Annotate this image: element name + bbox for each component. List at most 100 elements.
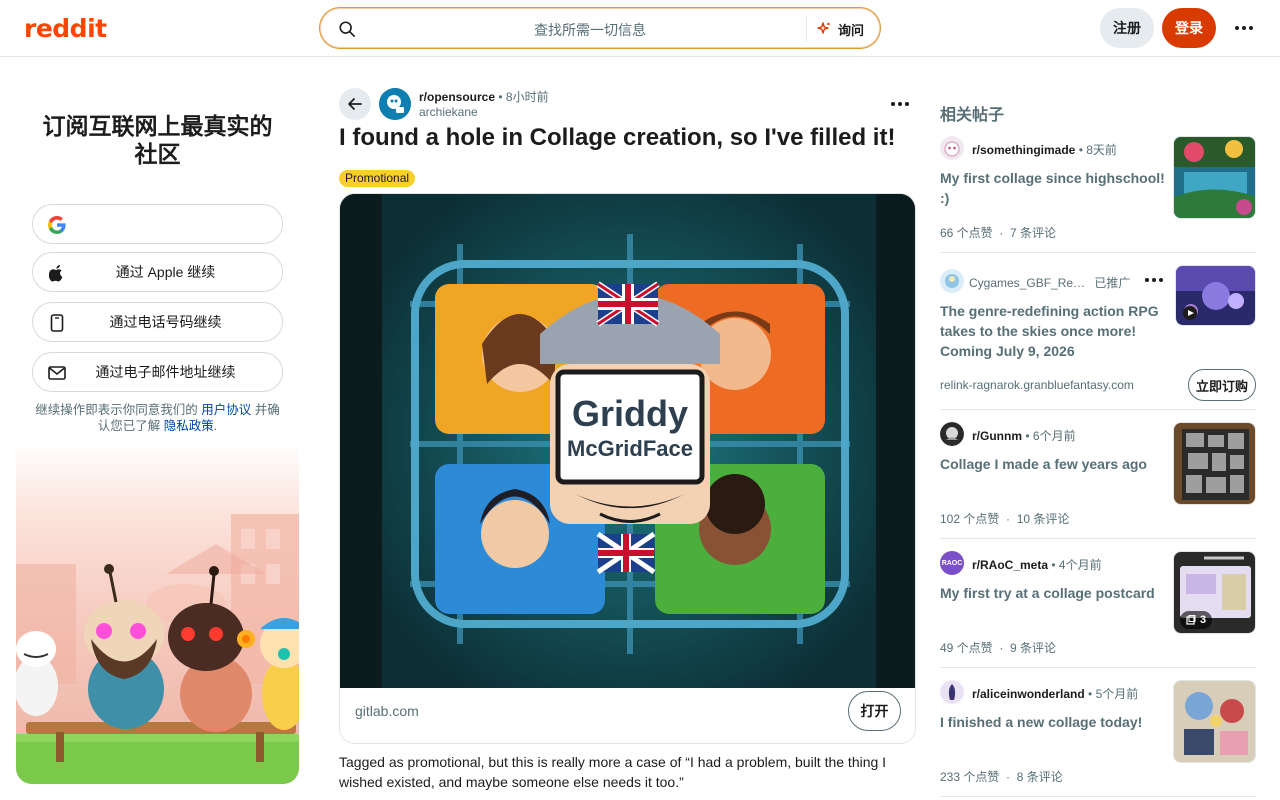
subreddit-avatar <box>940 422 964 446</box>
back-button[interactable] <box>339 88 371 120</box>
related-subreddit[interactable]: r/Gunnm <box>972 429 1022 443</box>
search-divider <box>806 16 807 42</box>
phone-signin-button[interactable]: 通过电话号码继续 <box>32 302 283 342</box>
apple-icon <box>47 263 67 283</box>
gallery-count: 3 <box>1200 614 1207 626</box>
post-body-text: Tagged as promotional, but this is reall… <box>339 754 887 790</box>
divider <box>940 409 1256 410</box>
ask-button[interactable]: 询问 <box>816 17 864 41</box>
post-title: I found a hole in Collage creation, so I… <box>339 124 896 151</box>
related-post-title[interactable]: Collage I made a few years ago <box>940 454 1165 474</box>
email-signin-label: 通过电子邮件地址继续 <box>95 364 236 380</box>
opensource-icon <box>379 88 411 120</box>
related-post-title[interactable]: My first collage since highschool! :) <box>940 168 1165 208</box>
top-header: reddit 查找所需一切信息 询问 注册 登录 <box>0 0 1280 57</box>
related-subreddit[interactable]: r/somethingimade <box>972 143 1075 157</box>
related-votes: 102 个点赞 <box>940 512 1000 526</box>
related-post-title[interactable]: I finished a new collage today! <box>940 712 1165 732</box>
meta-dot: • <box>1088 687 1096 701</box>
post-author-link[interactable]: archiekane <box>419 105 478 119</box>
post-more-options-icon[interactable] <box>890 94 910 114</box>
signup-button[interactable]: 注册 <box>1100 8 1154 48</box>
related-comments: 7 条评论 <box>1010 226 1057 240</box>
promoted-url[interactable]: relink-ragnarok.granbluefantasy.com <box>940 378 1134 392</box>
related-post-stats: 49 个点赞 · 9 条评论 <box>940 639 1056 656</box>
image-title-griddy: Griddy <box>572 393 688 434</box>
email-signin-button[interactable]: 通过电子邮件地址继续 <box>32 352 283 392</box>
divider <box>940 667 1256 668</box>
related-post-item[interactable]: RAOC r/RAoC_meta • 4个月前 My first try at … <box>940 551 1256 661</box>
related-post-stats: 102 个点赞 · 10 条评论 <box>940 510 1069 527</box>
link-domain[interactable]: gitlab.com <box>355 703 419 719</box>
post-subreddit-link[interactable]: r/opensource <box>419 90 495 104</box>
related-post-thumbnail[interactable] <box>1173 136 1256 219</box>
related-post-title[interactable]: My first try at a collage postcard <box>940 583 1165 603</box>
terms-suffix: . <box>213 419 218 433</box>
google-signin-button[interactable] <box>32 204 283 244</box>
post-flair[interactable]: Promotional <box>339 170 416 187</box>
gallery-icon <box>1186 615 1196 625</box>
mail-icon <box>47 363 67 383</box>
subreddit-avatar <box>940 136 964 160</box>
related-post-item[interactable]: r/somethingimade • 8天前 My first collage … <box>940 136 1256 246</box>
gallery-count-badge: 3 <box>1180 611 1213 629</box>
meta-dot: • <box>1051 558 1059 572</box>
sparkle-icon <box>817 22 830 34</box>
post-meta: r/opensource • 8小时前 <box>419 88 549 105</box>
related-post-meta: r/somethingimade • 8天前 <box>972 141 1117 158</box>
related-post-thumbnail[interactable]: 3 <box>1173 551 1256 634</box>
signup-title: 订阅互联网上最真实的社区 <box>42 113 273 167</box>
subreddit-avatar <box>940 680 964 704</box>
promoted-post-item[interactable]: Cygames_GBF_Re… 已推广 The genre-redefining… <box>940 265 1256 401</box>
related-votes: 66 个点赞 <box>940 226 993 240</box>
stats-dot: · <box>996 641 1011 655</box>
related-time: 6个月前 <box>1032 429 1076 443</box>
advertiser-name[interactable]: Cygames_GBF_Re… <box>969 276 1085 290</box>
order-now-button[interactable]: 立即订购 <box>1188 369 1256 401</box>
related-post-meta: r/Gunnm • 6个月前 <box>972 427 1076 444</box>
reddit-logo[interactable]: reddit <box>24 14 107 43</box>
google-icon <box>47 215 67 235</box>
related-posts-title: 相关帖子 <box>940 107 1005 124</box>
arrow-left-icon <box>348 98 362 110</box>
related-time: 5个月前 <box>1095 687 1139 701</box>
related-post-meta: r/aliceinwonderland • 5个月前 <box>972 685 1138 702</box>
griddy-mcgridface-artwork: Griddy McGridFace <box>340 194 915 688</box>
snoo-characters-illustration <box>16 514 299 784</box>
post-preview-image[interactable]: Griddy McGridFace <box>340 194 915 688</box>
related-time: 8天前 <box>1086 143 1117 157</box>
privacy-policy-link[interactable]: 隐私政策 <box>164 419 214 433</box>
promoted-video-thumbnail[interactable] <box>1175 265 1256 326</box>
promoted-title[interactable]: The genre-redefining action RPG takes to… <box>940 301 1165 361</box>
more-options-icon[interactable] <box>1232 18 1256 38</box>
promoted-label: 已推广 <box>1094 276 1131 290</box>
search-placeholder[interactable]: 查找所需一切信息 <box>320 20 790 40</box>
apple-signin-button[interactable]: 通过 Apple 继续 <box>32 252 283 292</box>
login-button[interactable]: 登录 <box>1162 8 1216 48</box>
meta-dot: • <box>1025 429 1033 443</box>
related-subreddit[interactable]: r/aliceinwonderland <box>972 687 1085 701</box>
related-time: 4个月前 <box>1058 558 1102 572</box>
post-link-card[interactable]: Griddy McGridFace gitlab.com 打开 <box>339 193 916 744</box>
image-title-mcgridface: McGridFace <box>567 436 693 461</box>
terms-prefix: 继续操作即表示你同意我们的 <box>35 403 198 417</box>
search-bar[interactable]: 查找所需一切信息 询问 <box>319 7 881 49</box>
post-time: 8小时前 <box>505 90 549 104</box>
subreddit-avatar[interactable] <box>379 88 411 120</box>
related-post-stats: 66 个点赞 · 7 条评论 <box>940 224 1056 241</box>
related-post-thumbnail[interactable] <box>1173 680 1256 763</box>
stats-dot: · <box>1002 770 1017 784</box>
related-subreddit[interactable]: r/RAoC_meta <box>972 558 1048 572</box>
related-post-item[interactable]: r/aliceinwonderland • 5个月前 I finished a … <box>940 680 1256 790</box>
related-comments: 9 条评论 <box>1010 641 1057 655</box>
related-post-thumbnail[interactable] <box>1173 422 1256 505</box>
open-link-button[interactable]: 打开 <box>848 691 901 731</box>
stats-dot: · <box>996 226 1011 240</box>
related-votes: 233 个点赞 <box>940 770 1000 784</box>
ad-more-options-icon[interactable] <box>1145 278 1163 282</box>
related-post-item[interactable]: r/Gunnm • 6个月前 Collage I made a few year… <box>940 422 1256 532</box>
divider <box>940 538 1256 539</box>
phone-signin-label: 通过电话号码继续 <box>109 314 222 330</box>
user-agreement-link[interactable]: 用户协议 <box>201 403 251 417</box>
divider <box>940 252 1256 253</box>
